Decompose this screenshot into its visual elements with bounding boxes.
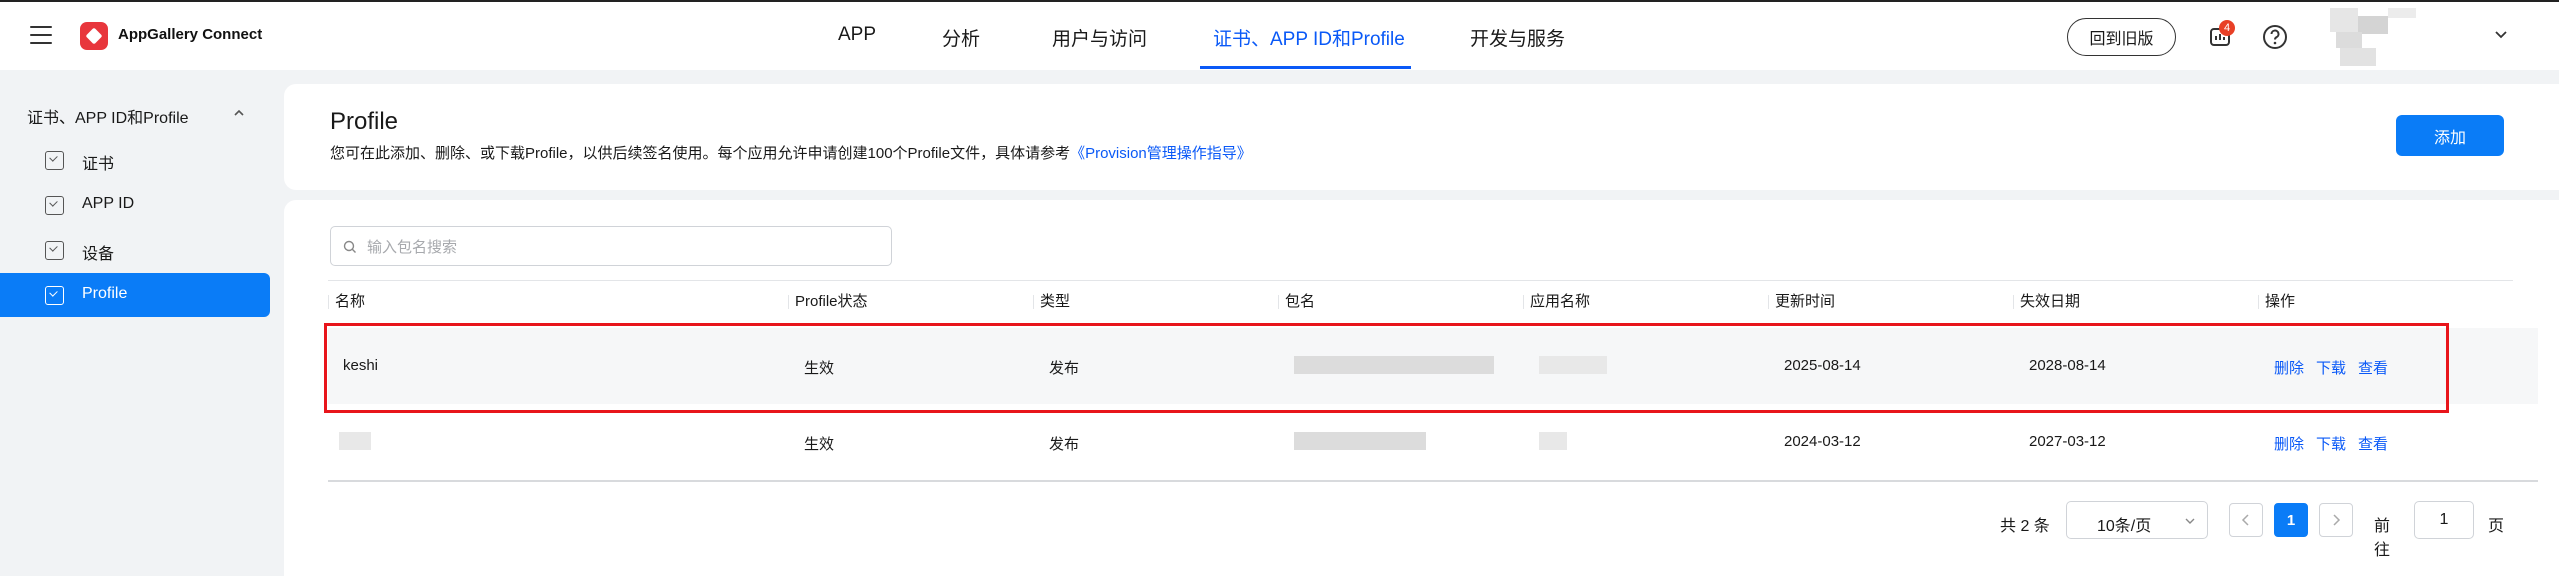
page-description: 您可在此添加、删除、或下载Profile，以供后续签名使用。每个应用允许申请创建…	[330, 142, 1252, 163]
avatar[interactable]	[2330, 8, 2425, 66]
delete-link[interactable]: 删除	[2274, 360, 2304, 377]
view-link[interactable]: 查看	[2358, 360, 2388, 377]
package-search-input[interactable]	[367, 236, 867, 258]
column-name: 名称	[328, 294, 365, 309]
cell-expiry-date: 2028-08-14	[2029, 357, 2106, 374]
redacted-app-name	[1539, 356, 1607, 374]
nav-dev-services[interactable]: 开发与服务	[1470, 24, 1565, 51]
redacted-package-name	[1294, 432, 1426, 450]
column-expiry-date: 失效日期	[2013, 294, 2080, 309]
cell-actions: 删除 下载 查看	[2274, 433, 2400, 454]
sidebar-item-profile[interactable]: Profile	[0, 273, 270, 317]
column-package-name: 包名	[1278, 294, 1315, 309]
nav-users-access[interactable]: 用户与访问	[1052, 24, 1147, 51]
goto-page-input[interactable]	[2414, 501, 2474, 539]
sidebar-item-certificates[interactable]: 证书	[0, 138, 270, 182]
sidebar-item-app-id[interactable]: APP ID	[0, 183, 270, 227]
appgallery-logo	[80, 22, 108, 50]
back-to-old-version-button[interactable]: 回到旧版	[2067, 18, 2176, 56]
page-button-1[interactable]: 1	[2274, 503, 2308, 537]
page-size-select[interactable]: 10条/页	[2066, 501, 2208, 539]
column-type: 类型	[1033, 294, 1070, 309]
redacted-app-name	[1539, 432, 1567, 450]
goto-suffix: 页	[2488, 518, 2505, 535]
sidebar-item-label: Profile	[82, 285, 128, 302]
cell-updated-time: 2025-08-14	[1784, 357, 1861, 374]
cell-status: 生效	[804, 360, 835, 377]
cell-type: 发布	[1049, 436, 1080, 453]
delete-link[interactable]: 删除	[2274, 436, 2304, 453]
cell-expiry-date: 2027-03-12	[2029, 433, 2106, 450]
next-page-button[interactable]	[2319, 503, 2353, 537]
profile-table-card: 名称 Profile状态 类型 包名 应用名称 更新时间 失效日期 操作 kes…	[284, 200, 2559, 576]
cell-name: keshi	[343, 357, 379, 374]
checkbox-icon	[45, 151, 64, 170]
checkbox-icon	[45, 196, 64, 215]
download-link[interactable]: 下载	[2316, 360, 2346, 377]
table-header: 名称 Profile状态 类型 包名 应用名称 更新时间 失效日期 操作	[328, 280, 2513, 320]
page-header-card: Profile 您可在此添加、删除、或下载Profile，以供后续签名使用。每个…	[284, 84, 2559, 190]
menu-icon[interactable]	[30, 26, 52, 44]
sidebar-group-certs-appid-profile[interactable]: 证书、APP ID和Profile	[27, 104, 189, 128]
cell-type: 发布	[1049, 360, 1080, 377]
redacted-name	[339, 432, 371, 450]
nav-app[interactable]: APP	[838, 24, 876, 46]
chevron-right-icon	[2333, 514, 2341, 526]
checkbox-icon	[45, 286, 64, 305]
description-text: 您可在此添加、删除、或下载Profile，以供后续签名使用。每个应用允许申请创建…	[330, 145, 1071, 162]
column-actions: 操作	[2258, 294, 2295, 309]
add-profile-button[interactable]: 添加	[2396, 115, 2504, 156]
chevron-left-icon	[2241, 514, 2249, 526]
cell-actions: 删除 下载 查看	[2274, 357, 2400, 378]
chevron-down-icon[interactable]	[2494, 30, 2508, 40]
sidebar-item-label: APP ID	[82, 195, 135, 212]
sidebar-item-label: 证书	[82, 156, 115, 173]
column-updated-time: 更新时间	[1768, 294, 1835, 309]
redacted-package-name	[1294, 356, 1494, 374]
message-badge: 4	[2219, 20, 2235, 36]
chevron-down-icon	[2185, 518, 2195, 524]
chevron-up-icon[interactable]	[233, 108, 245, 118]
cell-updated-time: 2024-03-12	[1784, 433, 1861, 450]
nav-active-underline	[1200, 66, 1411, 69]
column-app-name: 应用名称	[1523, 294, 1590, 309]
prev-page-button[interactable]	[2229, 503, 2263, 537]
page-size-value: 10条/页	[2097, 518, 2152, 535]
table-row: keshi 生效 发布 2025-08-14 2028-08-14 删除 下载 查看	[328, 328, 2538, 404]
cell-status: 生效	[804, 436, 835, 453]
nav-certs-appid-profile[interactable]: 证书、APP ID和Profile	[1213, 24, 1405, 51]
checkbox-icon	[45, 241, 64, 260]
search-icon	[343, 240, 356, 253]
nav-analytics[interactable]: 分析	[942, 24, 980, 51]
download-link[interactable]: 下载	[2316, 436, 2346, 453]
table-row: 生效 发布 2024-03-12 2027-03-12 删除 下载 查看	[328, 404, 2538, 482]
help-icon[interactable]	[2262, 24, 2288, 50]
view-link[interactable]: 查看	[2358, 436, 2388, 453]
package-search-box	[330, 226, 892, 266]
sidebar-item-label: 设备	[82, 246, 115, 263]
top-bar: AppGallery Connect APP 分析 用户与访问 证书、APP I…	[0, 0, 2559, 70]
total-count: 共 2 条	[2000, 518, 2050, 535]
page-title: Profile	[330, 108, 399, 135]
column-profile-status: Profile状态	[788, 294, 868, 309]
goto-prefix: 前往	[2374, 518, 2391, 559]
brand-name: AppGallery Connect	[118, 26, 263, 43]
provision-guide-link[interactable]: 《Provision管理操作指导》	[1070, 145, 1252, 162]
sidebar-item-devices[interactable]: 设备	[0, 228, 270, 272]
